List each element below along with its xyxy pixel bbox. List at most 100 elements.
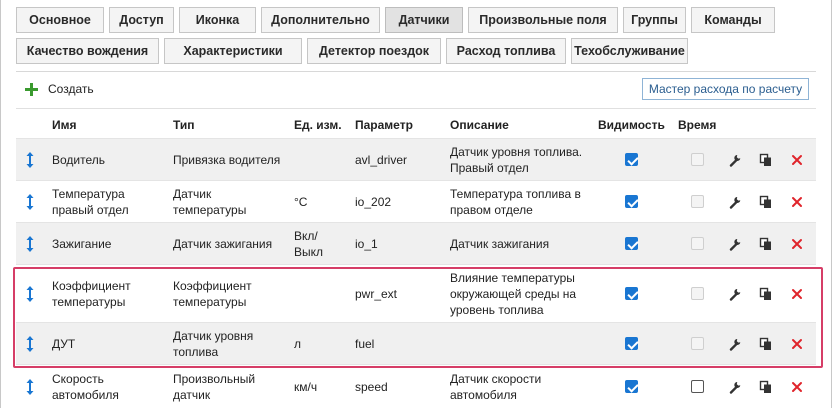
column-header-1: Тип [173, 118, 195, 132]
cell-description: Влияние температуры окружающей среды на ур… [450, 270, 576, 318]
tab-tabs-row1-6[interactable]: Группы [623, 7, 686, 33]
create-sensor-button[interactable]: Создать [25, 80, 94, 98]
cell-unit-line: км/ч [294, 380, 318, 394]
time-checkbox [691, 237, 704, 250]
table-row[interactable]: Зажигание Датчик зажигания Вкл/Выкл io_1 Дат… [16, 222, 816, 264]
drag-handle-icon[interactable] [25, 151, 35, 169]
copy-icon[interactable] [759, 237, 773, 251]
drag-handle-icon[interactable] [25, 235, 35, 253]
plus-icon [25, 82, 38, 96]
drag-handle-icon[interactable] [25, 335, 35, 353]
tab-tabs-row2-2[interactable]: Детектор поездок [307, 38, 441, 64]
close-icon[interactable] [790, 380, 804, 394]
table-row[interactable]: Коэффициент температуры Коэффициент темпера… [16, 264, 816, 322]
wrench-icon[interactable] [728, 287, 742, 301]
cell-description-line: Датчик зажигания [450, 237, 550, 251]
table-row[interactable]: Скорость автомобиля Произвольный датчик км/ч… [16, 364, 816, 408]
cell-description-line: Датчик уровня топлива. [450, 145, 583, 159]
cell-name: Водитель [52, 152, 105, 168]
cell-type-line: Произвольный [173, 372, 256, 386]
tab-tabs-row1-5[interactable]: Произвольные поля [468, 7, 618, 33]
close-icon[interactable] [790, 195, 804, 209]
cell-unit: км/ч [294, 379, 317, 395]
cell-name-line: правый отдел [52, 203, 129, 217]
tab-tabs-row2-3[interactable]: Расход топлива [446, 38, 566, 64]
cell-type-line: датчик [173, 388, 211, 402]
cell-type-line: Привязка водителя [173, 153, 281, 167]
close-icon[interactable] [790, 237, 804, 251]
cell-type: Привязка водителя [173, 152, 280, 168]
cell-type-line: температуры [173, 203, 247, 217]
table-row[interactable]: Температура правый отдел Датчик температуры… [16, 180, 816, 222]
cell-description-line: окружающей среды на [450, 287, 577, 301]
cell-name: ДУТ [52, 336, 75, 352]
cell-unit: °C [294, 194, 307, 210]
tab-tabs-row1-2[interactable]: Иконка [179, 7, 256, 33]
fuel-calc-wizard-button[interactable]: Мастер расхода по расчету [642, 78, 809, 100]
tab-tabs-row2-1[interactable]: Характеристики [164, 38, 302, 64]
tab-tabs-row1-0[interactable]: Основное [16, 7, 104, 33]
visibility-checkbox[interactable] [625, 153, 638, 166]
close-icon[interactable] [790, 337, 804, 351]
tabs-row-primary: Основное Доступ Иконка Дополнительно Датчики… [16, 7, 780, 33]
cell-description-line: автомобиля [450, 388, 517, 402]
cell-type-line: Датчик [173, 187, 212, 201]
cell-unit: л [294, 336, 301, 352]
tab-tabs-row1-4[interactable]: Датчики [385, 7, 463, 33]
cell-description-line: уровень топлива [450, 303, 544, 317]
tabs-row-secondary: Качество вождения Характеристики Детектор … [16, 38, 693, 64]
cell-unit-line: Вкл/ [294, 229, 318, 243]
time-checkbox[interactable] [691, 380, 704, 393]
table-row[interactable]: ДУТ Датчик уровня топлива л fuel [16, 322, 816, 364]
cell-description: Датчик уровня топлива. Правый отдел [450, 144, 582, 176]
cell-type-line: Коэффициент [173, 279, 252, 293]
drag-handle-icon[interactable] [25, 193, 35, 211]
cell-description-line: Датчик скорости [450, 372, 542, 386]
column-header-0: Имя [52, 118, 77, 132]
tab-tabs-row1-3[interactable]: Дополнительно [261, 7, 380, 33]
column-header-5: Видимость [598, 118, 665, 132]
wrench-icon[interactable] [728, 337, 742, 351]
time-checkbox [691, 287, 704, 300]
cell-type-line: температуры [173, 295, 247, 309]
drag-handle-icon[interactable] [25, 378, 35, 396]
close-icon[interactable] [790, 287, 804, 301]
wrench-icon[interactable] [728, 195, 742, 209]
copy-icon[interactable] [759, 287, 773, 301]
create-label: Создать [48, 82, 94, 96]
cell-param: avl_driver [355, 153, 408, 167]
cell-type: Произвольный датчик [173, 371, 255, 403]
column-header-3: Параметр [355, 118, 413, 132]
time-checkbox [691, 195, 704, 208]
cell-unit-line: Выкл [294, 245, 324, 259]
wrench-icon[interactable] [728, 380, 742, 394]
visibility-checkbox[interactable] [625, 380, 638, 393]
cell-param: io_1 [355, 237, 378, 251]
tab-tabs-row1-1[interactable]: Доступ [109, 7, 174, 33]
cell-name-line: температуры [52, 295, 126, 309]
cell-type: Коэффициент температуры [173, 278, 252, 310]
wrench-icon[interactable] [728, 153, 742, 167]
cell-param: pwr_ext [355, 287, 398, 301]
unit-properties-dialog: Основное Доступ Иконка Дополнительно Датчики… [0, 0, 832, 408]
drag-handle-icon[interactable] [25, 285, 35, 303]
visibility-checkbox[interactable] [625, 337, 638, 350]
tab-tabs-row2-4[interactable]: Техобслуживание [571, 38, 688, 64]
cell-type-line: Датчик уровня [173, 329, 254, 343]
copy-icon[interactable] [759, 380, 773, 394]
table-row[interactable]: Водитель Привязка водителя avl_driver Датчи… [16, 138, 816, 180]
copy-icon[interactable] [759, 337, 773, 351]
wrench-icon[interactable] [728, 237, 742, 251]
visibility-checkbox[interactable] [625, 195, 638, 208]
copy-icon[interactable] [759, 153, 773, 167]
visibility-checkbox[interactable] [625, 237, 638, 250]
tab-tabs-row2-0[interactable]: Качество вождения [16, 38, 159, 64]
visibility-checkbox[interactable] [625, 287, 638, 300]
copy-icon[interactable] [759, 195, 773, 209]
cell-name: Температура правый отдел [52, 186, 129, 218]
cell-name-line: Скорость [52, 372, 104, 386]
cell-description-line: Температура топлива в [450, 187, 581, 201]
cell-type: Датчик уровня топлива [173, 328, 253, 360]
close-icon[interactable] [790, 153, 804, 167]
tab-tabs-row1-7[interactable]: Команды [691, 7, 775, 33]
